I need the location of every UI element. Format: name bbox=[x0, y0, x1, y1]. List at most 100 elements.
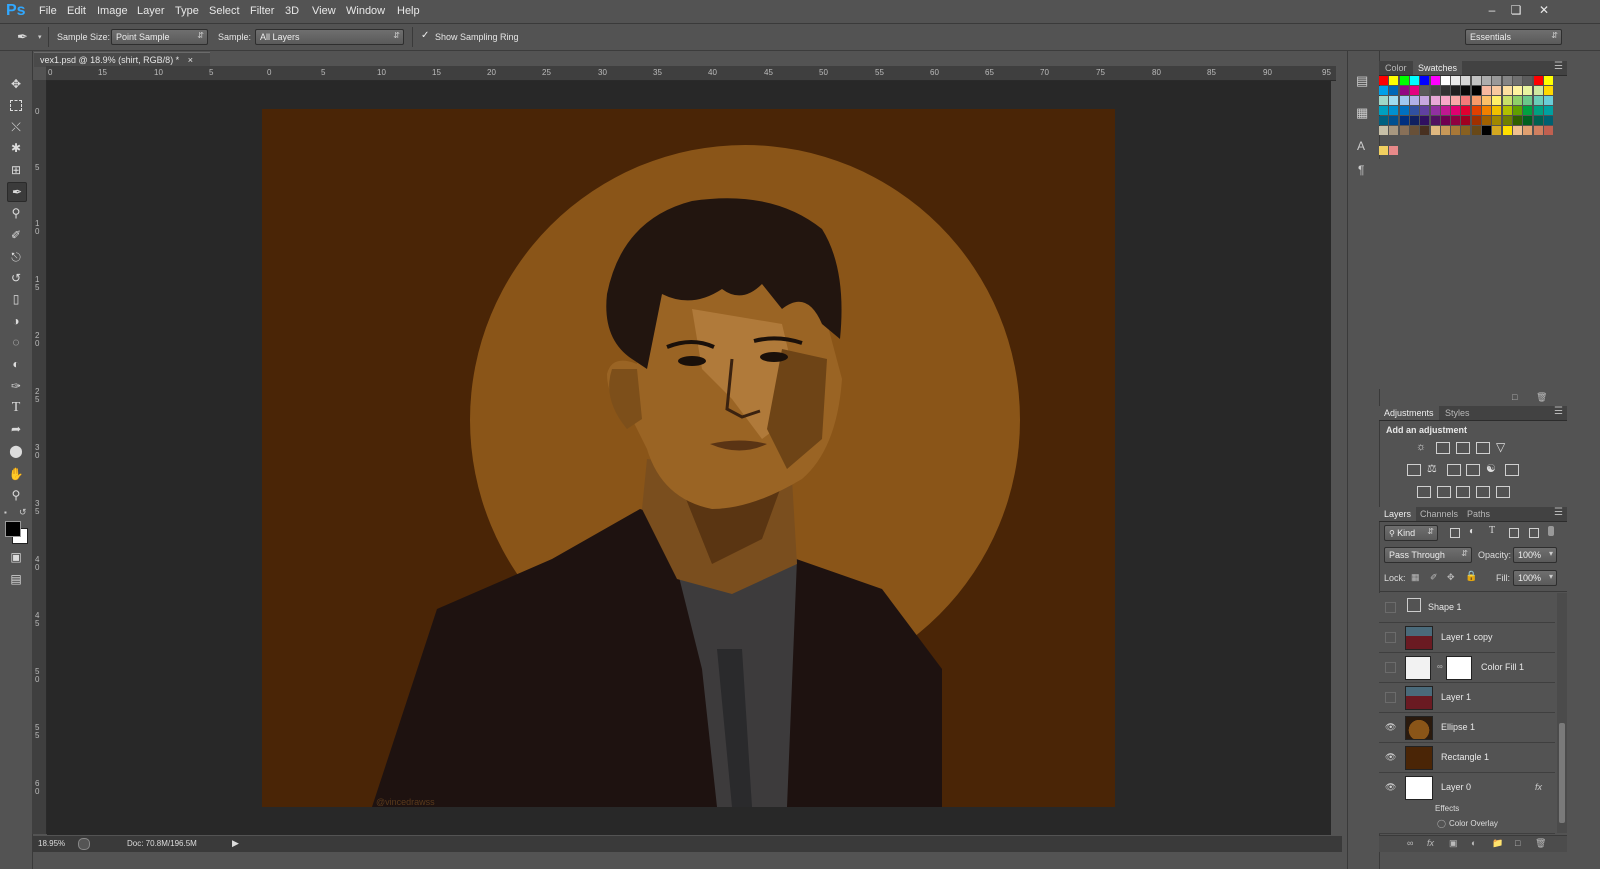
panel-menu-icon[interactable]: ☰ bbox=[1554, 507, 1563, 518]
color-swatch[interactable] bbox=[1543, 96, 1553, 105]
crop-icon[interactable]: ⊞ bbox=[7, 161, 25, 179]
menu-select[interactable]: Select bbox=[209, 5, 240, 17]
color-swatch[interactable] bbox=[1399, 126, 1409, 135]
filter-pixel-icon[interactable] bbox=[1450, 528, 1460, 538]
history-icon[interactable]: ▤ bbox=[1356, 73, 1368, 89]
color-swatch[interactable] bbox=[1461, 96, 1471, 105]
visibility-toggle[interactable] bbox=[1385, 602, 1396, 613]
healing-icon[interactable]: ⚲ bbox=[7, 204, 25, 222]
hue-saturation-icon[interactable] bbox=[1407, 464, 1421, 476]
channel-mixer-icon[interactable]: ☯ bbox=[1486, 462, 1496, 475]
color-swatch[interactable] bbox=[1482, 86, 1491, 95]
color-swatch[interactable] bbox=[1502, 116, 1512, 125]
color-swatch[interactable] bbox=[1492, 76, 1502, 85]
color-swatch[interactable] bbox=[1512, 116, 1522, 125]
color-swatch[interactable] bbox=[1389, 106, 1399, 115]
color-swatch[interactable] bbox=[1471, 96, 1481, 105]
link-icon[interactable]: ∞ bbox=[1437, 662, 1443, 671]
visibility-toggle[interactable] bbox=[1385, 662, 1396, 673]
filter-smart-object-icon[interactable] bbox=[1529, 528, 1539, 538]
layer-name[interactable]: Shape 1 bbox=[1428, 602, 1462, 612]
default-colors-icon[interactable]: ▪ bbox=[4, 508, 7, 517]
eye-icon[interactable]: 👁 bbox=[1385, 722, 1396, 732]
color-swatch[interactable] bbox=[1533, 76, 1543, 85]
color-swatch[interactable] bbox=[1512, 86, 1522, 95]
color-swatch[interactable] bbox=[1379, 116, 1388, 125]
menu-3d[interactable]: 3D bbox=[285, 5, 299, 17]
opacity-field[interactable]: 100% ▾ bbox=[1513, 547, 1557, 563]
color-swatch[interactable] bbox=[1389, 116, 1399, 125]
color-swatch[interactable] bbox=[1420, 96, 1430, 105]
color-swatch[interactable] bbox=[1430, 106, 1440, 115]
color-swatch[interactable] bbox=[1379, 146, 1388, 155]
swap-colors-icon[interactable]: ↺ bbox=[19, 507, 27, 518]
lock-pixels-icon[interactable]: ✐ bbox=[1430, 572, 1438, 583]
color-swatch[interactable] bbox=[1379, 96, 1388, 105]
lock-position-icon[interactable]: ✥ bbox=[1447, 572, 1455, 583]
minimize-icon[interactable]: – bbox=[1484, 3, 1500, 17]
color-swatch[interactable] bbox=[1502, 96, 1512, 105]
color-swatch[interactable] bbox=[1482, 76, 1491, 85]
color-swatch[interactable] bbox=[1543, 116, 1553, 125]
vibrance-icon[interactable]: ▽ bbox=[1496, 440, 1505, 454]
filter-type-icon[interactable]: T bbox=[1489, 525, 1495, 536]
color-swatch[interactable] bbox=[1461, 76, 1471, 85]
tab-styles[interactable]: Styles bbox=[1445, 408, 1470, 418]
color-swatch[interactable] bbox=[1389, 86, 1399, 95]
color-swatch[interactable] bbox=[1482, 126, 1491, 135]
zoom-icon[interactable]: ⚲ bbox=[7, 486, 25, 504]
chevron-down-icon[interactable]: ▾ bbox=[38, 33, 42, 41]
color-swatch[interactable] bbox=[1379, 76, 1388, 85]
pen-icon[interactable]: ✑ bbox=[7, 377, 25, 395]
menu-type[interactable]: Type bbox=[175, 5, 199, 17]
color-swatch[interactable] bbox=[1440, 116, 1450, 125]
menu-help[interactable]: Help bbox=[397, 5, 420, 17]
color-swatch[interactable] bbox=[1409, 116, 1419, 125]
character-icon[interactable]: A bbox=[1357, 139, 1365, 153]
tab-adjustments[interactable]: Adjustments bbox=[1379, 406, 1439, 420]
color-swatch[interactable] bbox=[1451, 106, 1461, 115]
panel-menu-icon[interactable]: ☰ bbox=[1554, 406, 1563, 417]
color-swatch[interactable] bbox=[1389, 126, 1399, 135]
layer-row-rectangle-1[interactable]: 👁 Rectangle 1 bbox=[1379, 743, 1555, 773]
lasso-icon[interactable]: ⤬ bbox=[7, 118, 25, 136]
color-swatch[interactable] bbox=[1471, 116, 1481, 125]
color-balance-icon[interactable]: ⚖ bbox=[1427, 462, 1437, 475]
color-swatch[interactable] bbox=[1430, 116, 1440, 125]
status-menu-arrow-icon[interactable]: ▶ bbox=[232, 838, 239, 849]
blur-icon[interactable]: ◌ bbox=[7, 333, 25, 351]
layer-row-layer-0[interactable]: 👁 Layer 0 fx Effects ◯ Color Overlay bbox=[1379, 773, 1555, 834]
color-swatch[interactable] bbox=[1523, 86, 1533, 95]
threshold-icon[interactable] bbox=[1456, 486, 1470, 498]
eye-icon[interactable]: 👁 bbox=[1385, 752, 1396, 762]
layer-name[interactable]: Layer 1 copy bbox=[1441, 632, 1493, 642]
swatch-grid[interactable] bbox=[1379, 76, 1557, 156]
new-layer-icon[interactable]: □ bbox=[1515, 838, 1520, 848]
add-mask-icon[interactable]: ▣ bbox=[1449, 838, 1458, 849]
brush-icon[interactable]: ✐ bbox=[7, 226, 25, 244]
color-swatch[interactable] bbox=[1440, 126, 1450, 135]
new-adjustment-icon[interactable]: ◐ bbox=[1471, 838, 1476, 848]
document-canvas[interactable]: @vincedrawss bbox=[262, 109, 1115, 807]
color-swatch[interactable] bbox=[1379, 126, 1388, 135]
color-swatch[interactable] bbox=[1440, 76, 1450, 85]
color-swatch[interactable] bbox=[1512, 76, 1522, 85]
status-info-icon[interactable] bbox=[78, 838, 90, 850]
color-swatch[interactable] bbox=[1492, 116, 1502, 125]
tab-layers[interactable]: Layers bbox=[1379, 507, 1417, 521]
color-swatch[interactable] bbox=[1471, 76, 1481, 85]
color-swatch[interactable] bbox=[1409, 96, 1419, 105]
eyedropper-preset-icon[interactable]: ✒ bbox=[17, 29, 28, 45]
menu-image[interactable]: Image bbox=[97, 5, 128, 17]
fill-field[interactable]: 100% ▾ bbox=[1513, 570, 1557, 586]
new-group-icon[interactable]: 📁 bbox=[1492, 838, 1503, 849]
exposure-icon[interactable] bbox=[1476, 442, 1490, 454]
sampling-ring-checkbox[interactable]: ✓ bbox=[421, 31, 431, 41]
fx-icon[interactable]: fx bbox=[1535, 782, 1542, 792]
color-swatch[interactable] bbox=[1430, 76, 1440, 85]
color-swatch[interactable] bbox=[1543, 106, 1553, 115]
color-swatch[interactable] bbox=[1502, 106, 1512, 115]
hand-icon[interactable]: ✋ bbox=[7, 465, 25, 483]
stamp-icon[interactable]: ⎋ bbox=[7, 248, 25, 266]
curves-icon[interactable] bbox=[1456, 442, 1470, 454]
